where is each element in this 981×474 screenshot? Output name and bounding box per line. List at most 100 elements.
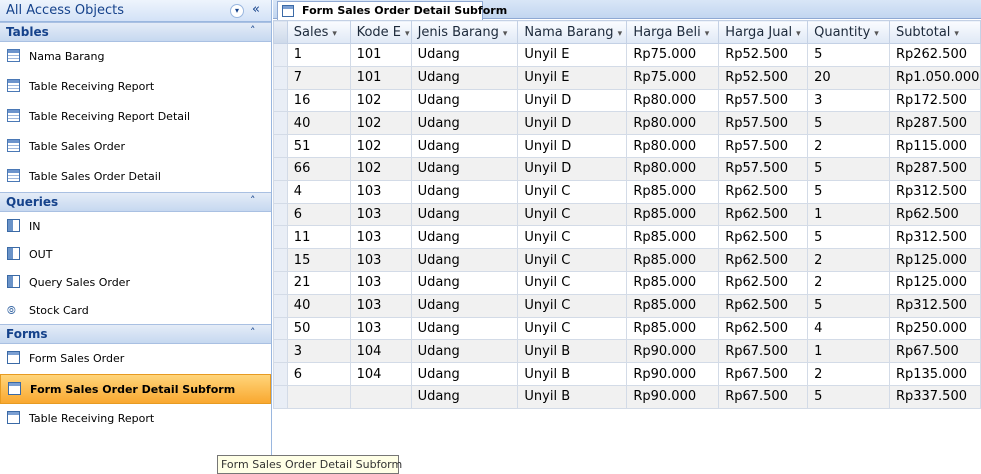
table-cell[interactable]: 15 bbox=[286, 248, 351, 272]
nav-item-nama-barang[interactable]: Nama Barang bbox=[0, 42, 271, 72]
table-cell[interactable] bbox=[286, 384, 351, 409]
table-cell[interactable]: 103 bbox=[349, 316, 412, 341]
collapse-group-icon[interactable]: ˄ bbox=[250, 194, 256, 207]
table-cell[interactable]: Unyil C bbox=[517, 270, 628, 295]
record-selector[interactable] bbox=[273, 111, 288, 136]
table-cell[interactable]: Rp80.000 bbox=[626, 111, 720, 136]
table-cell[interactable]: 2 bbox=[807, 362, 890, 386]
sort-filter-dropdown-icon[interactable]: ▾ bbox=[332, 29, 337, 39]
table-cell[interactable]: Unyil B bbox=[517, 339, 628, 364]
table-cell[interactable]: 104 bbox=[349, 339, 412, 364]
table-row[interactable]: 1 101 Udang Unyil E Rp75.000 Rp52.500 5 Rp262.5… bbox=[273, 43, 981, 67]
table-cell[interactable]: 101 bbox=[349, 65, 412, 90]
table-cell[interactable]: Udang bbox=[410, 316, 519, 341]
table-cell[interactable]: Rp1.050.000 bbox=[888, 65, 981, 90]
table-cell[interactable]: Rp85.000 bbox=[626, 270, 720, 295]
nav-pane-header[interactable]: All Access Objects ▾ « bbox=[0, 0, 271, 22]
table-row[interactable]: 51 102 Udang Unyil D Rp80.000 Rp57.500 2 Rp115.… bbox=[273, 134, 981, 158]
record-selector[interactable] bbox=[273, 179, 288, 204]
table-row[interactable]: Udang Unyil B Rp90.000 Rp67.500 5 Rp337.500 bbox=[273, 384, 981, 409]
table-cell[interactable]: Rp57.500 bbox=[718, 156, 809, 181]
group-header-tables[interactable]: Tables ˄ bbox=[0, 22, 271, 42]
record-selector[interactable] bbox=[273, 362, 288, 386]
table-row[interactable]: 3 104 Udang Unyil B Rp90.000 Rp67.500 1 Rp67.50… bbox=[273, 339, 981, 364]
table-cell[interactable]: Rp312.500 bbox=[888, 179, 981, 204]
table-cell[interactable]: 7 bbox=[286, 65, 351, 90]
nav-item-form-sales-order[interactable]: Form Sales Order bbox=[0, 344, 271, 374]
table-cell[interactable]: 66 bbox=[286, 156, 351, 181]
nav-item-form-sales-order-detail-subform[interactable]: Form Sales Order Detail Subform bbox=[0, 374, 271, 404]
nav-item-table-sales-order-detail[interactable]: Table Sales Order Detail bbox=[0, 162, 271, 192]
table-cell[interactable]: Rp67.500 bbox=[718, 339, 809, 364]
nav-item-out[interactable]: OUT bbox=[0, 240, 271, 268]
table-cell[interactable]: Udang bbox=[410, 65, 519, 90]
column-header-nama-barang[interactable]: Nama Barang ▾ bbox=[517, 20, 628, 44]
collapse-group-icon[interactable]: ˄ bbox=[250, 24, 256, 37]
table-cell[interactable]: 40 bbox=[286, 111, 351, 136]
table-cell[interactable]: Udang bbox=[410, 134, 519, 158]
table-cell[interactable]: 6 bbox=[286, 362, 351, 386]
table-cell[interactable]: 2 bbox=[807, 134, 890, 158]
table-cell[interactable]: Unyil E bbox=[517, 65, 628, 90]
table-cell[interactable]: 3 bbox=[286, 339, 351, 364]
column-header-harga-beli[interactable]: Harga Beli ▾ bbox=[626, 20, 720, 44]
table-cell[interactable]: 103 bbox=[349, 179, 412, 204]
table-cell[interactable]: Rp250.000 bbox=[888, 316, 981, 341]
record-selector[interactable] bbox=[273, 384, 288, 409]
table-cell[interactable]: Udang bbox=[410, 179, 519, 204]
table-cell[interactable]: Unyil D bbox=[517, 111, 628, 136]
table-cell[interactable]: 6 bbox=[286, 202, 351, 227]
table-cell[interactable]: Unyil C bbox=[517, 293, 628, 318]
table-cell[interactable]: 1 bbox=[286, 43, 351, 67]
table-cell[interactable]: 103 bbox=[349, 248, 412, 272]
table-cell[interactable]: Rp62.500 bbox=[718, 270, 809, 295]
table-cell[interactable]: Udang bbox=[410, 88, 519, 113]
table-cell[interactable]: 102 bbox=[349, 111, 412, 136]
table-cell[interactable]: Rp62.500 bbox=[718, 293, 809, 318]
collapse-group-icon[interactable]: ˄ bbox=[250, 326, 256, 339]
sort-filter-dropdown-icon[interactable]: ▾ bbox=[954, 29, 959, 39]
table-cell[interactable]: Rp90.000 bbox=[626, 339, 720, 364]
table-cell[interactable]: Rp62.500 bbox=[718, 225, 809, 250]
table-row[interactable]: 40 103 Udang Unyil C Rp85.000 Rp62.500 5 Rp312.… bbox=[273, 293, 981, 318]
table-row[interactable]: 66 102 Udang Unyil D Rp80.000 Rp57.500 5 Rp287.… bbox=[273, 156, 981, 181]
table-cell[interactable]: 20 bbox=[807, 65, 890, 90]
table-cell[interactable]: Unyil B bbox=[517, 384, 628, 409]
record-selector[interactable] bbox=[273, 270, 288, 295]
table-cell[interactable]: 5 bbox=[807, 225, 890, 250]
table-cell[interactable]: Unyil E bbox=[517, 43, 628, 67]
table-cell[interactable]: Rp125.000 bbox=[888, 248, 981, 272]
table-cell[interactable]: Rp67.500 bbox=[888, 339, 981, 364]
record-selector[interactable] bbox=[273, 248, 288, 272]
column-header-sales[interactable]: Sales ▾ bbox=[286, 20, 351, 44]
table-cell[interactable]: Unyil B bbox=[517, 362, 628, 386]
sort-filter-dropdown-icon[interactable]: ▾ bbox=[618, 29, 623, 39]
table-cell[interactable]: 102 bbox=[349, 156, 412, 181]
table-cell[interactable]: Rp125.000 bbox=[888, 270, 981, 295]
nav-item-query-sales-order[interactable]: Query Sales Order bbox=[0, 268, 271, 296]
sort-filter-dropdown-icon[interactable]: ▾ bbox=[405, 29, 410, 39]
table-cell[interactable]: 102 bbox=[349, 134, 412, 158]
table-cell[interactable]: Rp75.000 bbox=[626, 43, 720, 67]
table-cell[interactable]: Unyil D bbox=[517, 88, 628, 113]
nav-item-in[interactable]: IN bbox=[0, 212, 271, 240]
table-cell[interactable]: 5 bbox=[807, 111, 890, 136]
record-selector[interactable] bbox=[273, 88, 288, 113]
table-cell[interactable]: Rp90.000 bbox=[626, 362, 720, 386]
record-selector[interactable] bbox=[273, 156, 288, 181]
table-cell[interactable]: Udang bbox=[410, 362, 519, 386]
nav-collapse-button[interactable]: « bbox=[252, 2, 260, 17]
column-header-harga-jual[interactable]: Harga Jual ▾ bbox=[718, 20, 809, 44]
table-cell[interactable]: Rp90.000 bbox=[626, 384, 720, 409]
table-cell[interactable]: Udang bbox=[410, 225, 519, 250]
record-selector[interactable] bbox=[273, 339, 288, 364]
table-row[interactable]: 11 103 Udang Unyil C Rp85.000 Rp62.500 5 Rp312.… bbox=[273, 225, 981, 250]
table-cell[interactable]: Rp85.000 bbox=[626, 248, 720, 272]
table-cell[interactable]: 50 bbox=[286, 316, 351, 341]
table-cell[interactable]: 4 bbox=[807, 316, 890, 341]
sort-filter-dropdown-icon[interactable]: ▾ bbox=[796, 29, 801, 39]
table-cell[interactable]: Udang bbox=[410, 270, 519, 295]
table-cell[interactable]: 1 bbox=[807, 339, 890, 364]
nav-item-stock-card[interactable]: ⦾ Stock Card bbox=[0, 296, 271, 324]
nav-item-table-sales-order[interactable]: Table Sales Order bbox=[0, 132, 271, 162]
